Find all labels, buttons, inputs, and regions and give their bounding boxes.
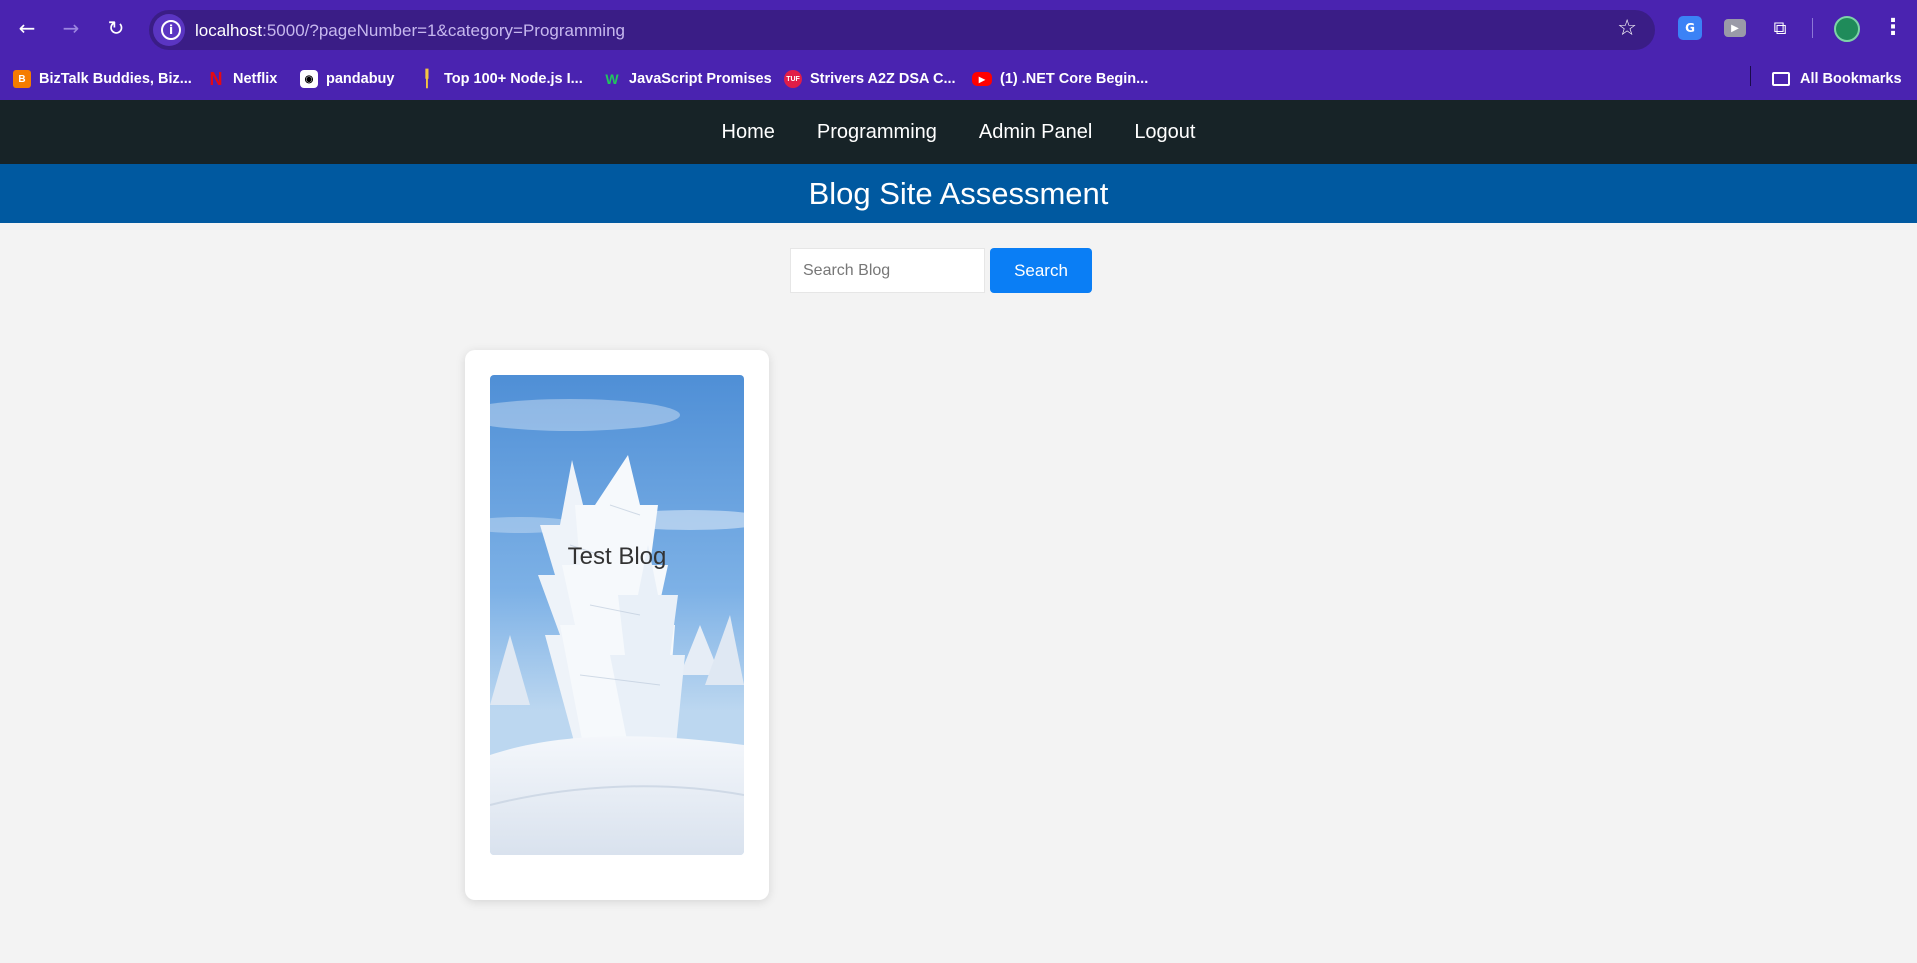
bookmark-label: (1) .NET Core Begin...: [1000, 71, 1149, 87]
url-text: localhost:5000/?pageNumber=1&category=Pr…: [195, 21, 625, 41]
chart-bars-icon: ╿: [422, 71, 432, 88]
extensions-puzzle-icon[interactable]: ⧉: [1768, 16, 1792, 40]
blog-card-image[interactable]: Test Blog: [490, 375, 744, 855]
nav-admin-panel[interactable]: Admin Panel: [979, 121, 1092, 144]
bookmark-star-icon[interactable]: ☆: [1617, 16, 1637, 41]
bookmarks-bar: B BizTalk Buddies, Biz... N Netflix ◉ pa…: [0, 58, 1917, 100]
snowy-tree-image: [490, 375, 744, 855]
bookmark-js-promises[interactable]: W JavaScript Promises: [603, 68, 772, 90]
url-host: localhost: [195, 21, 263, 40]
bookmark-label: Top 100+ Node.js I...: [444, 71, 583, 87]
reload-icon[interactable]: ↻: [102, 14, 130, 42]
nav-logout[interactable]: Logout: [1134, 121, 1195, 144]
w3-icon: W: [605, 71, 619, 87]
search-form: Search: [790, 248, 1092, 293]
panda-icon: ◉: [300, 70, 318, 88]
all-bookmarks-label: All Bookmarks: [1800, 71, 1902, 87]
profile-avatar[interactable]: [1834, 16, 1860, 42]
tuf-icon: TUF: [784, 70, 802, 88]
search-input[interactable]: [790, 248, 985, 293]
site-header: Blog Site Assessment: [0, 164, 1917, 223]
bookmark-biztalk[interactable]: B BizTalk Buddies, Biz...: [13, 68, 192, 90]
nav-home[interactable]: Home: [722, 121, 775, 144]
browser-toolbar: ← → ↻ i localhost:5000/?pageNumber=1&cat…: [0, 0, 1917, 58]
site-navbar: Home Programming Admin Panel Logout: [0, 100, 1917, 164]
bookmark-node[interactable]: ╿ Top 100+ Node.js I...: [418, 68, 583, 90]
bookmark-label: pandabuy: [326, 71, 395, 87]
all-bookmarks[interactable]: All Bookmarks: [1772, 68, 1902, 90]
bookmark-pandabuy[interactable]: ◉ pandabuy: [300, 68, 394, 90]
blog-card-title[interactable]: Test Blog: [490, 543, 744, 571]
blog-card[interactable]: Test Blog: [465, 350, 769, 900]
bookmark-label: Strivers A2Z DSA C...: [810, 71, 956, 87]
nav-programming[interactable]: Programming: [817, 121, 937, 144]
bookmark-label: BizTalk Buddies, Biz...: [39, 71, 192, 87]
extension-media-icon[interactable]: ▶: [1724, 19, 1746, 37]
forward-icon[interactable]: →: [57, 14, 85, 42]
url-path: :5000/?pageNumber=1&category=Programming: [262, 21, 625, 40]
info-icon: i: [161, 20, 181, 40]
browser-chrome: ← → ↻ i localhost:5000/?pageNumber=1&cat…: [0, 0, 1917, 100]
bookmark-label: Netflix: [233, 71, 278, 87]
extension-shield-icon[interactable]: G: [1678, 16, 1702, 40]
netflix-icon: N: [209, 68, 223, 89]
toolbar-divider: [1812, 18, 1813, 38]
back-icon[interactable]: ←: [13, 14, 41, 42]
bookmarks-divider: [1750, 66, 1751, 86]
search-button[interactable]: Search: [990, 248, 1092, 293]
youtube-icon: ▶: [972, 72, 992, 86]
address-bar[interactable]: i localhost:5000/?pageNumber=1&category=…: [149, 10, 1655, 50]
bookmark-netflix[interactable]: N Netflix: [207, 68, 278, 90]
bookmark-label: JavaScript Promises: [629, 71, 772, 87]
browser-menu-icon[interactable]: ⋮: [1882, 14, 1904, 42]
folder-icon: [1772, 72, 1790, 86]
bookmark-strivers[interactable]: TUF Strivers A2Z DSA C...: [784, 68, 956, 90]
blogger-icon: B: [13, 70, 31, 88]
page-title: Blog Site Assessment: [808, 175, 1109, 211]
bookmark-netcore[interactable]: ▶ (1) .NET Core Begin...: [972, 68, 1148, 90]
